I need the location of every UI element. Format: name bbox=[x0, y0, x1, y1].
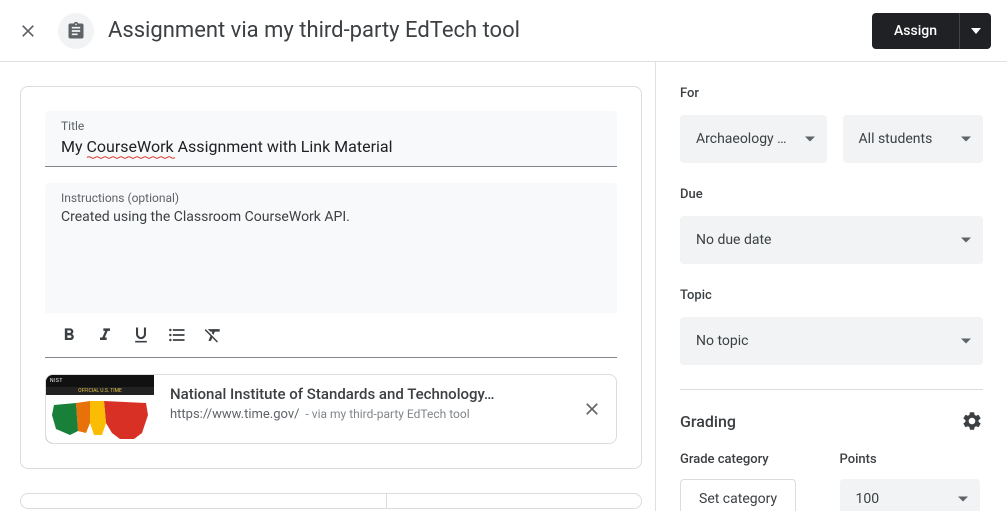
title-input[interactable] bbox=[61, 137, 601, 156]
caret-down-icon bbox=[805, 137, 815, 142]
page-title: Assignment via my third-party EdTech too… bbox=[108, 18, 872, 43]
due-value: No due date bbox=[696, 232, 771, 248]
rich-text-toolbar bbox=[45, 313, 617, 358]
divider bbox=[386, 494, 387, 508]
points-value: 100 bbox=[856, 491, 880, 507]
topic-label: Topic bbox=[680, 288, 983, 303]
instructions-label: Instructions (optional) bbox=[61, 191, 601, 205]
divider bbox=[680, 389, 983, 390]
sidebar: For Archaeology … All students Due No du… bbox=[656, 62, 1007, 511]
for-label: For bbox=[680, 86, 983, 101]
us-map-icon bbox=[46, 395, 154, 443]
header: Assignment via my third-party EdTech too… bbox=[0, 0, 1007, 62]
caret-down-icon bbox=[958, 497, 968, 502]
class-dropdown[interactable]: Archaeology … bbox=[680, 115, 827, 163]
title-label: Title bbox=[61, 119, 601, 133]
clear-format-icon bbox=[203, 325, 223, 345]
bulleted-list-button[interactable] bbox=[161, 319, 193, 351]
list-icon bbox=[167, 325, 187, 345]
bold-button[interactable] bbox=[53, 319, 85, 351]
close-icon bbox=[582, 399, 602, 419]
thumb-title: OFFICIAL U.S. TIME bbox=[46, 387, 154, 395]
assign-button[interactable]: Assign bbox=[872, 13, 959, 49]
students-dropdown[interactable]: All students bbox=[843, 115, 983, 163]
topic-value: No topic bbox=[696, 333, 748, 349]
italic-icon bbox=[95, 325, 115, 345]
caret-down-icon bbox=[961, 137, 971, 142]
attachment-body: National Institute of Standards and Tech… bbox=[154, 375, 568, 443]
remove-attachment-button[interactable] bbox=[568, 375, 616, 443]
main-panel: Title Instructions (optional) Created us… bbox=[0, 62, 656, 511]
instructions-field[interactable]: Instructions (optional) Created using th… bbox=[45, 183, 617, 313]
assignment-icon-wrap bbox=[58, 13, 94, 49]
topic-dropdown[interactable]: No topic bbox=[680, 317, 983, 365]
due-label: Due bbox=[680, 187, 983, 202]
underline-icon bbox=[131, 325, 151, 345]
gear-icon bbox=[961, 410, 983, 432]
bold-icon bbox=[59, 325, 79, 345]
due-dropdown[interactable]: No due date bbox=[680, 216, 983, 264]
underline-button[interactable] bbox=[125, 319, 157, 351]
clear-formatting-button[interactable] bbox=[197, 319, 229, 351]
grade-category-label: Grade category bbox=[680, 452, 824, 467]
assignment-card: Title Instructions (optional) Created us… bbox=[20, 86, 642, 469]
italic-button[interactable] bbox=[89, 319, 121, 351]
attachment-thumbnail: NIST OFFICIAL U.S. TIME bbox=[46, 375, 154, 443]
students-value: All students bbox=[859, 131, 933, 147]
caret-down-icon bbox=[961, 238, 971, 243]
close-button[interactable] bbox=[16, 19, 40, 43]
spellcheck-underline bbox=[87, 156, 177, 159]
set-category-button[interactable]: Set category bbox=[680, 479, 796, 511]
grading-label: Grading bbox=[680, 412, 736, 431]
class-value: Archaeology … bbox=[696, 131, 787, 147]
assign-dropdown-button[interactable] bbox=[959, 13, 991, 49]
title-field[interactable]: Title bbox=[45, 111, 617, 167]
points-label: Points bbox=[840, 452, 984, 467]
close-icon bbox=[18, 21, 38, 41]
attachment-title: National Institute of Standards and Tech… bbox=[170, 385, 554, 403]
instructions-text[interactable]: Created using the Classroom CourseWork A… bbox=[61, 209, 601, 225]
caret-down-icon bbox=[971, 28, 981, 34]
secondary-card bbox=[20, 493, 642, 509]
assignment-icon bbox=[66, 21, 86, 41]
points-dropdown[interactable]: 100 bbox=[840, 479, 980, 511]
caret-down-icon bbox=[961, 339, 971, 344]
attachment-card[interactable]: NIST OFFICIAL U.S. TIME National Institu… bbox=[45, 374, 617, 444]
thumb-nist-label: NIST bbox=[50, 378, 63, 384]
attachment-url: https://www.time.gov/ bbox=[170, 407, 300, 422]
attachment-via: - via my third-party EdTech tool bbox=[306, 407, 470, 422]
grading-settings-button[interactable] bbox=[961, 410, 983, 432]
